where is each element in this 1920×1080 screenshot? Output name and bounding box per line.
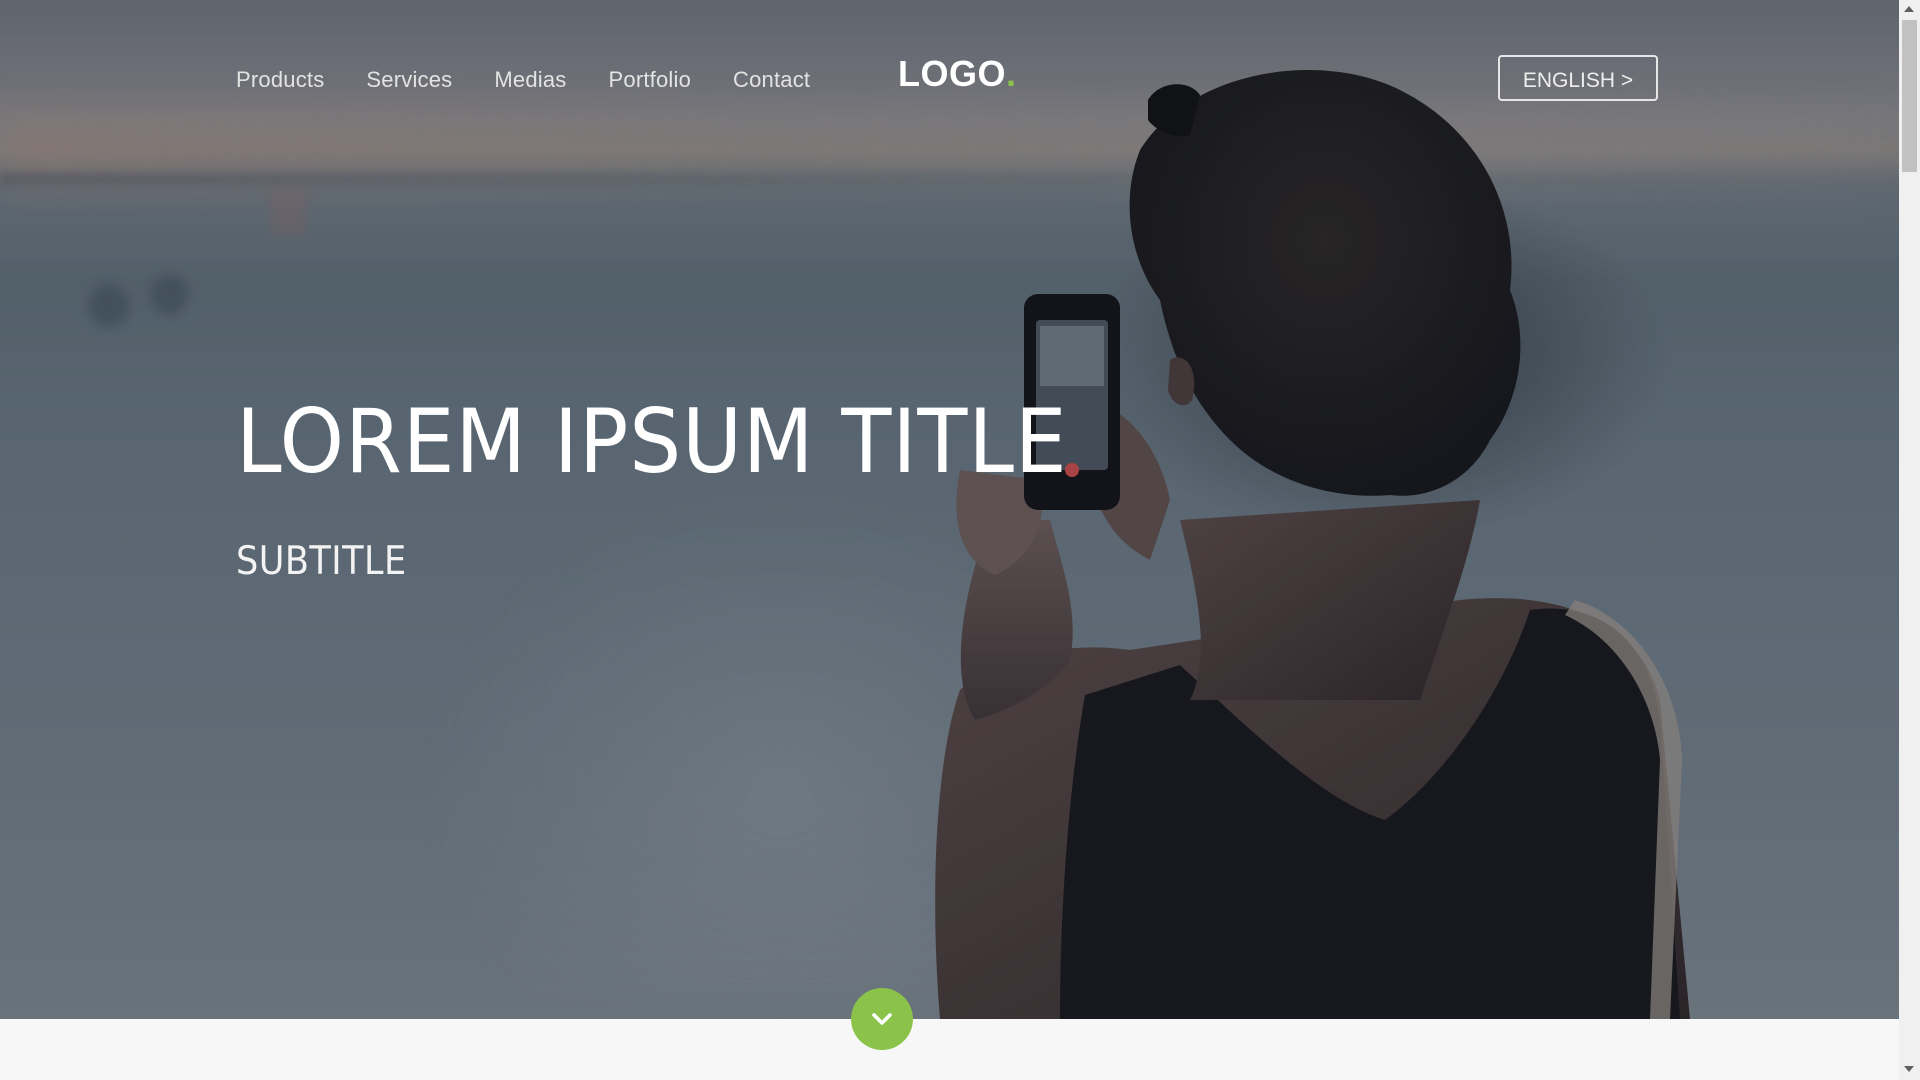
scrollbar-thumb[interactable] [1902,20,1917,172]
main-nav: Products Services Medias Portfolio Conta… [236,62,852,98]
chevron-down-icon [872,1013,892,1025]
site-logo[interactable]: LOGO. [898,52,1017,96]
scroll-down-arrow-icon[interactable] [1904,1066,1914,1072]
hero-subtitle: SUBTITLE [236,539,407,584]
hero-section: Products Services Medias Portfolio Conta… [0,0,1899,1019]
language-button[interactable]: ENGLISH > [1498,55,1658,101]
logo-dot: . [1006,53,1017,94]
logo-text: LOGO [898,53,1006,94]
page: Products Services Medias Portfolio Conta… [0,0,1920,1080]
hero-overlay [0,0,1899,1019]
page-scrollbar[interactable] [1899,0,1920,1080]
scroll-up-arrow-icon[interactable] [1904,6,1914,12]
scroll-down-button[interactable] [851,988,913,1050]
nav-item-medias[interactable]: Medias [494,62,566,98]
nav-item-contact[interactable]: Contact [733,62,810,98]
hero-title: LOREM IPSUM TITLE [236,390,1068,493]
nav-item-services[interactable]: Services [366,62,452,98]
nav-item-portfolio[interactable]: Portfolio [609,62,692,98]
nav-item-products[interactable]: Products [236,62,324,98]
